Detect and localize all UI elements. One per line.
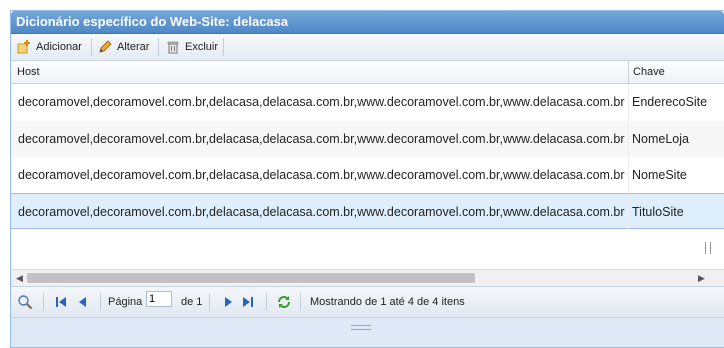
pager-separator	[43, 293, 44, 311]
prev-page-icon[interactable]	[76, 294, 90, 310]
last-page-icon[interactable]	[241, 294, 255, 310]
table-row[interactable]: decoramovel,decoramovel.com.br,delacasa,…	[11, 157, 724, 193]
next-page-icon[interactable]	[221, 294, 235, 310]
edit-button-label: Alterar	[117, 41, 150, 53]
host-cell: decoramovel,decoramovel.com.br,delacasa,…	[18, 168, 625, 182]
table-row-selected[interactable]: decoramovel,decoramovel.com.br,delacasa,…	[11, 193, 724, 230]
first-page-icon[interactable]	[54, 294, 68, 310]
dictionary-panel: Dicionário específico do Web-Site: delac…	[10, 10, 724, 348]
refresh-icon[interactable]	[276, 294, 292, 310]
key-cell: TituloSite	[628, 194, 724, 230]
add-button[interactable]: Adicionar	[17, 37, 82, 57]
add-button-label: Adicionar	[36, 41, 82, 53]
scroll-right-icon[interactable]: ▶	[698, 273, 705, 284]
key-cell: EnderecoSite	[628, 84, 724, 120]
page-input-wrap	[146, 291, 172, 307]
grid-header: Host Chave	[11, 61, 724, 84]
trash-icon	[166, 40, 180, 54]
scroll-left-icon[interactable]: ◀	[16, 273, 23, 284]
pager-separator	[300, 293, 301, 311]
toolbar-separator	[158, 38, 159, 56]
pencil-icon	[98, 40, 112, 54]
host-cell: decoramovel,decoramovel.com.br,delacasa,…	[18, 95, 625, 109]
table-row[interactable]: decoramovel,decoramovel.com.br,delacasa,…	[11, 84, 724, 120]
pager-separator	[100, 293, 101, 311]
paging-toolbar: Página de 1 Mostrando de 1 até 4 de 4 it…	[11, 286, 724, 317]
column-resize-grip[interactable]	[705, 242, 711, 254]
key-cell: NomeLoja	[628, 121, 724, 157]
host-cell: decoramovel,decoramovel.com.br,delacasa,…	[18, 205, 625, 219]
page-count-label: de 1	[181, 296, 203, 308]
page-number-input[interactable]	[146, 291, 172, 307]
grid-body: decoramovel,decoramovel.com.br,delacasa,…	[11, 84, 724, 270]
column-header-host[interactable]: Host	[11, 61, 628, 83]
key-cell: NomeSite	[628, 157, 724, 193]
table-row[interactable]: decoramovel,decoramovel.com.br,delacasa,…	[11, 121, 724, 157]
delete-button-label: Excluir	[185, 41, 219, 53]
scrollbar-thumb[interactable]	[27, 273, 475, 283]
toolbar-separator	[91, 38, 92, 56]
edit-button[interactable]: Alterar	[98, 37, 149, 57]
magnifier-icon[interactable]	[17, 294, 33, 310]
horizontal-scrollbar[interactable]: ◀ ▶	[11, 269, 724, 286]
pager-separator	[209, 293, 210, 311]
toolbar-separator	[223, 38, 224, 56]
panel-title-bar: Dicionário específico do Web-Site: delac…	[11, 11, 724, 34]
panel-footer	[11, 317, 724, 347]
column-header-key[interactable]: Chave	[628, 61, 724, 83]
paging-status: Mostrando de 1 até 4 de 4 itens	[310, 296, 465, 308]
pager-separator	[266, 293, 267, 311]
host-cell: decoramovel,decoramovel.com.br,delacasa,…	[18, 132, 625, 146]
panel-title: Dicionário específico do Web-Site: delac…	[16, 14, 289, 29]
delete-button[interactable]: Excluir	[166, 37, 218, 57]
toolbar: Adicionar Alterar Excluir	[11, 34, 724, 61]
page-label: Página	[108, 296, 143, 308]
add-icon	[17, 40, 31, 54]
resize-handle[interactable]	[351, 325, 371, 330]
